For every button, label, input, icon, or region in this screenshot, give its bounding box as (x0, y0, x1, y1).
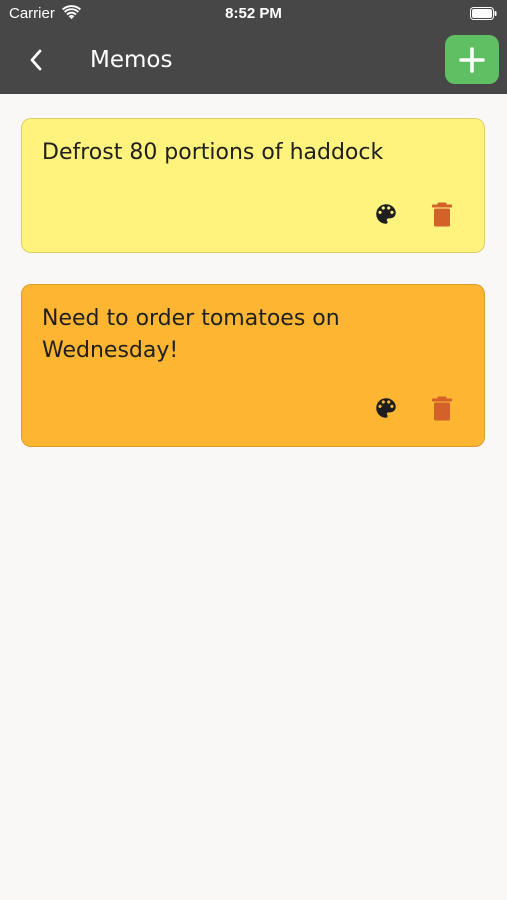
change-color-button[interactable] (372, 200, 400, 228)
app-header: Carrier 8:52 PM Memos (0, 0, 507, 94)
plus-icon (459, 46, 485, 73)
battery-icon (470, 7, 497, 20)
memo-text: Need to order tomatoes on Wednesday! (42, 306, 340, 363)
delete-button[interactable] (430, 200, 454, 228)
trash-icon (432, 202, 452, 226)
palette-icon (376, 204, 396, 224)
delete-button[interactable] (430, 394, 454, 422)
trash-icon (432, 396, 452, 420)
chevron-left-icon (30, 49, 42, 71)
memo-text: Defrost 80 portions of haddock (42, 140, 384, 165)
change-color-button[interactable] (372, 394, 400, 422)
page-title: Memos (90, 47, 173, 73)
memo-card[interactable]: Defrost 80 portions of haddock (21, 118, 485, 253)
add-memo-button[interactable] (445, 35, 499, 84)
palette-icon (376, 398, 396, 418)
back-button[interactable] (18, 40, 54, 80)
status-bar: Carrier 8:52 PM (0, 0, 507, 28)
status-time: 8:52 PM (225, 5, 282, 22)
memo-card[interactable]: Need to order tomatoes on Wednesday! (21, 284, 485, 447)
